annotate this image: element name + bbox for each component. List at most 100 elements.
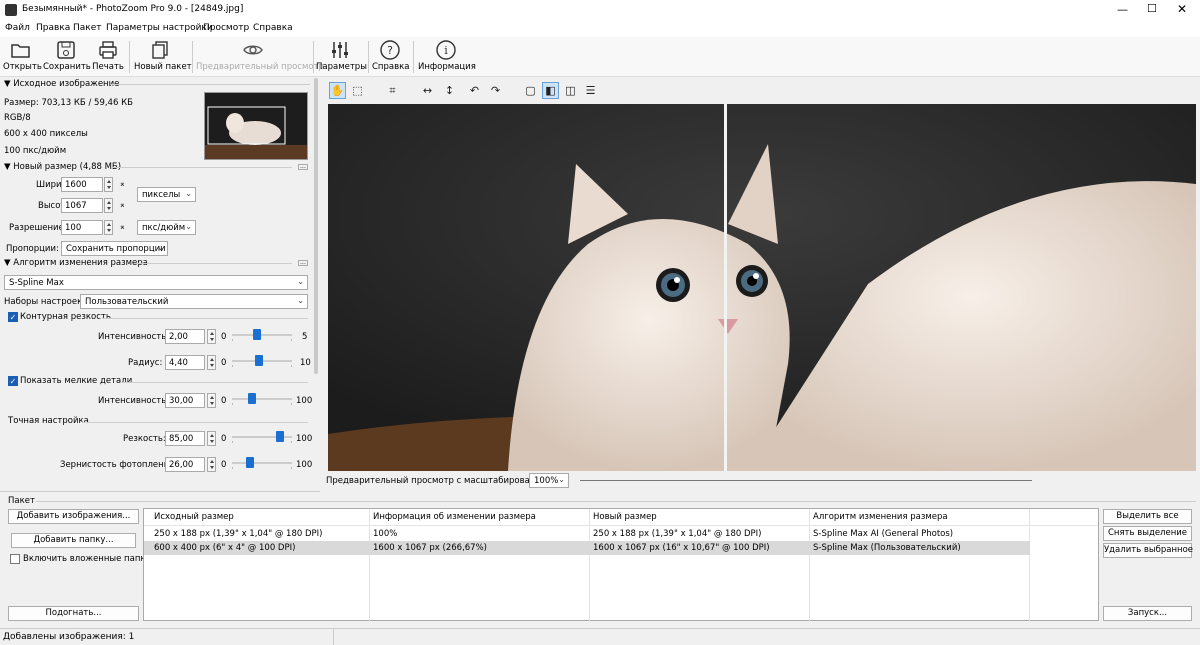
fine-details-checkbox[interactable]: ✓ (8, 376, 18, 386)
rotate-left-icon[interactable]: ↶ (466, 82, 483, 99)
select-tool-icon[interactable]: ⬚ (349, 82, 366, 99)
fit-height-icon[interactable]: ↕ (441, 82, 458, 99)
width-stepper[interactable] (104, 177, 113, 192)
toolbar-divider (313, 41, 314, 73)
grain-slider[interactable] (232, 457, 292, 469)
fd-intensity-slider[interactable] (232, 393, 292, 405)
unit-select[interactable]: пикселы ⌄ (137, 187, 196, 202)
link-icon[interactable]: ⌅ (119, 179, 126, 188)
stacked-view-icon[interactable]: ☰ (582, 82, 599, 99)
radius-slider[interactable] (232, 355, 292, 367)
presets-select[interactable]: Пользовательский ⌄ (80, 294, 308, 309)
minimize-icon[interactable]: — (1117, 3, 1128, 16)
intensity-slider[interactable] (232, 329, 292, 341)
fd-intensity-max: 100 (296, 396, 313, 406)
menu-file[interactable]: Файл (5, 23, 30, 33)
radius-stepper[interactable] (207, 355, 216, 370)
add-images-button[interactable]: Добавить изображения... (8, 509, 139, 524)
preview-button[interactable]: Предварительный просмотр (196, 39, 324, 75)
menu-view[interactable]: Просмотр (203, 23, 249, 33)
column-header[interactable]: Алгоритм изменения размера (813, 512, 948, 522)
new-batch-label: Новый пакет (134, 62, 192, 72)
zoom-slider-track[interactable] (580, 480, 1032, 481)
eye-icon (242, 39, 264, 61)
single-view-icon[interactable]: ▢ (522, 82, 539, 99)
source-section-header[interactable]: ▼ Исходное изображение (4, 79, 119, 89)
fit-width-icon[interactable]: ↔ (419, 82, 436, 99)
intensity-stepper[interactable] (207, 329, 216, 344)
save-button[interactable]: Сохранить (43, 39, 91, 75)
include-subfolders-label: Включить вложенные папки (23, 554, 152, 564)
new-batch-button[interactable]: Новый пакет (134, 39, 192, 75)
link-icon[interactable]: ⌅ (119, 200, 126, 209)
grain-input[interactable]: 26,00 (165, 457, 205, 472)
preview-image[interactable] (328, 104, 1196, 471)
table-row[interactable]: 600 x 400 px (6" x 4" @ 100 DPI) 1600 x … (144, 541, 1030, 555)
resolution-unit-select[interactable]: пкс/дюйм ⌄ (137, 220, 196, 235)
sharpness-stepper[interactable] (207, 431, 216, 446)
newsize-section-header[interactable]: ▼ Новый размер (4,88 МБ) (4, 162, 121, 172)
split-view-icon[interactable]: ◧ (542, 82, 559, 99)
crop-icon[interactable]: ⌗ (384, 82, 401, 99)
divider (102, 318, 308, 319)
close-icon[interactable]: ✕ (1177, 2, 1187, 16)
radius-input[interactable]: 4,40 (165, 355, 205, 370)
column-header[interactable]: Информация об изменении размера (373, 512, 536, 522)
edge-sharpness-checkbox[interactable]: ✓ (8, 312, 18, 322)
deselect-button[interactable]: Снять выделение (1103, 526, 1192, 541)
help-button[interactable]: ? Справка (372, 39, 409, 75)
link-icon[interactable]: ⌅ (119, 222, 126, 231)
intensity-input[interactable]: 2,00 (165, 329, 205, 344)
menu-batch[interactable]: Пакет (73, 23, 102, 33)
add-folder-button[interactable]: Добавить папку... (11, 533, 136, 548)
grain-min: 0 (221, 460, 227, 470)
newsize-header: Новый размер (4,88 МБ) (13, 162, 122, 172)
rotate-right-icon[interactable]: ↷ (487, 82, 504, 99)
open-label: Открыть (3, 62, 42, 72)
chevron-down-icon: ⌄ (185, 189, 192, 198)
parameters-button[interactable]: Параметры (316, 39, 367, 75)
menu-help[interactable]: Справка (253, 23, 293, 33)
column-header[interactable]: Исходный размер (154, 512, 234, 522)
panel-scrollbar[interactable] (314, 78, 318, 374)
print-button[interactable]: Печать (92, 39, 124, 75)
open-button[interactable]: Открыть (3, 39, 42, 75)
algorithm-select[interactable]: S-Spline Max ⌄ (4, 275, 308, 290)
include-subfolders-checkbox[interactable] (10, 554, 20, 564)
height-input[interactable]: 1067 (61, 198, 103, 213)
resolution-input[interactable]: 100 (61, 220, 103, 235)
source-thumbnail[interactable] (204, 92, 308, 160)
source-size: Размер: 703,13 КБ / 59,46 КБ (4, 98, 133, 108)
fd-intensity-stepper[interactable] (207, 393, 216, 408)
chevron-down-icon: ⌄ (157, 243, 164, 252)
fd-intensity-input[interactable]: 30,00 (165, 393, 205, 408)
remove-selected-button[interactable]: Удалить выбранное (1103, 543, 1193, 558)
presets-label: Наборы настроек: (4, 297, 86, 307)
zoom-select[interactable]: 100% ⌄ (529, 473, 569, 488)
info-button[interactable]: i Информация (418, 39, 476, 75)
table-row[interactable]: 250 x 188 px (1,39" x 1,04" @ 180 DPI) 1… (144, 527, 1030, 541)
sharpness-input[interactable]: 85,00 (165, 431, 205, 446)
batch-table[interactable]: Исходный размер Информация об изменении … (143, 508, 1099, 622)
fit-button[interactable]: Подогнать... (8, 606, 139, 621)
height-stepper[interactable] (104, 198, 113, 213)
hand-tool-icon[interactable]: ✋ (329, 82, 346, 99)
menu-settings[interactable]: Параметры настройки (106, 23, 213, 33)
menu-edit[interactable]: Правка (36, 23, 70, 33)
column-header[interactable]: Новый размер (593, 512, 657, 522)
sharpness-slider[interactable] (232, 431, 292, 443)
algo-section-header[interactable]: ▼ Алгоритм изменения размера (4, 258, 148, 268)
select-all-button[interactable]: Выделить все (1103, 509, 1192, 524)
side-by-side-icon[interactable]: ◫ (562, 82, 579, 99)
resolution-stepper[interactable] (104, 220, 113, 235)
width-input[interactable]: 1600 (61, 177, 103, 192)
run-button[interactable]: Запуск... (1103, 606, 1192, 621)
proportions-label: Пропорции: (6, 244, 59, 254)
more-button[interactable]: ... (298, 260, 308, 266)
print-label: Печать (92, 62, 124, 72)
proportions-select[interactable]: Сохранить пропорции ⌄ (61, 241, 168, 256)
maximize-icon[interactable]: ☐ (1147, 2, 1157, 15)
toolbar-divider (368, 41, 369, 73)
more-button[interactable]: ... (298, 164, 308, 170)
grain-stepper[interactable] (207, 457, 216, 472)
